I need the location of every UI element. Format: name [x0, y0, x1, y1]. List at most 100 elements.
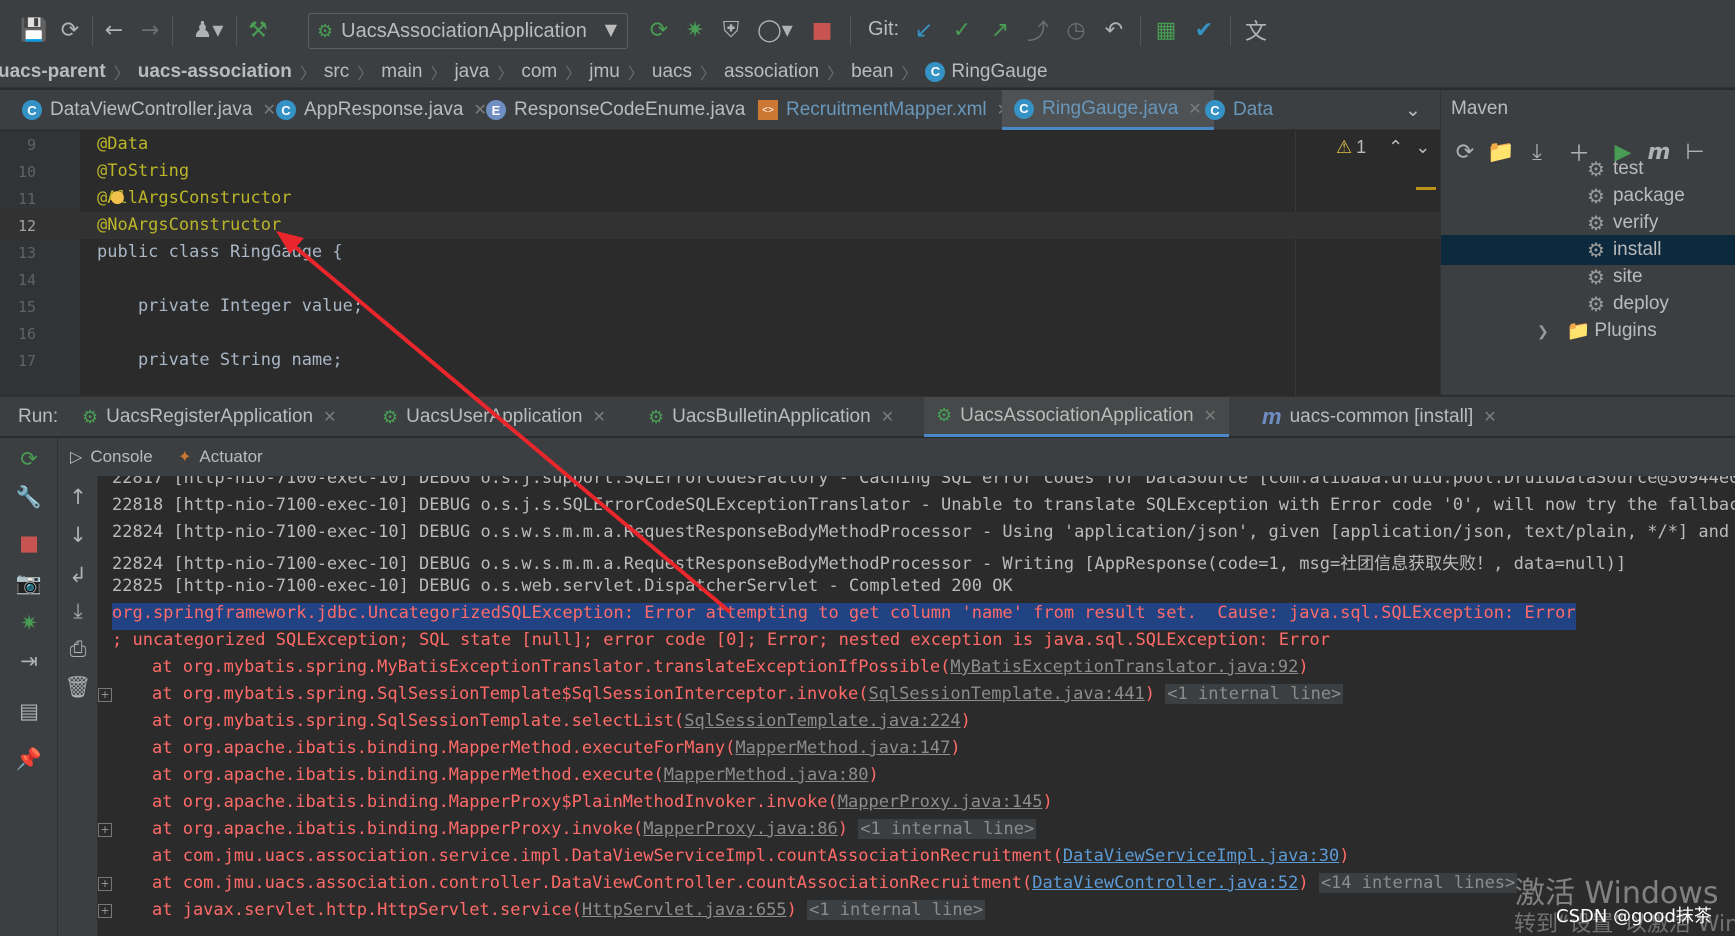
close-icon[interactable]: ✕ — [1483, 407, 1496, 427]
run-tab-active[interactable]: ⚙ UacsAssociationApplication ✕ — [924, 397, 1229, 437]
stack-frame-link[interactable]: MapperMethod.java:80 — [664, 765, 869, 785]
stack-frame-link[interactable]: MyBatisExceptionTranslator.java:92 — [950, 657, 1298, 677]
close-icon[interactable]: ✕ — [262, 100, 275, 120]
run-tab[interactable]: ⚙ UacsUserApplication ✕ — [382, 397, 606, 437]
activity-monitor-icon[interactable]: ▦ — [1152, 16, 1180, 44]
breadcrumb-item[interactable]: java — [454, 61, 489, 83]
breadcrumb-item[interactable]: uacs-parent — [0, 61, 106, 83]
folded-lines[interactable]: <1 internal line> — [1165, 684, 1344, 704]
fold-expand-icon[interactable]: + — [98, 904, 112, 918]
breadcrumb-item[interactable]: com — [521, 61, 557, 83]
sync-icon[interactable]: ⟳ — [56, 16, 84, 44]
editor-tab[interactable]: E ResponseCodeEnume.java ✕ — [486, 90, 769, 130]
arrow-up-icon[interactable]: ↑ — [63, 482, 93, 512]
stack-frame-link[interactable]: HttpServlet.java:655 — [582, 900, 787, 920]
rerun-icon[interactable]: ⟳ — [645, 16, 673, 44]
maven-lifecycle-item[interactable]: ⚙ deploy — [1441, 289, 1735, 319]
fold-expand-icon[interactable]: + — [98, 823, 112, 837]
close-icon[interactable]: ✕ — [474, 100, 487, 120]
stack-frame-link[interactable]: MapperMethod.java:147 — [735, 738, 950, 758]
editor-tab[interactable]: C AppResponse.java ✕ — [276, 90, 487, 130]
maven-lifecycle-item[interactable]: ⚙ verify — [1441, 208, 1735, 238]
profiler-icon[interactable]: ◯▾ — [753, 16, 797, 44]
forward-icon[interactable]: → — [136, 16, 164, 44]
tab-actuator-label: Actuator — [199, 447, 263, 466]
close-icon[interactable]: ✕ — [1204, 406, 1217, 426]
exit-icon[interactable]: ⇥ — [14, 646, 44, 676]
console-output[interactable]: 22817 [http-nio-7100-exec-10] DEBUG o.s.… — [98, 476, 1735, 936]
arrow-down-icon[interactable]: ↓ — [63, 520, 93, 550]
user-icon[interactable]: ♟▾ — [186, 16, 230, 44]
folded-lines[interactable]: <1 internal line> — [858, 819, 1037, 839]
run-tab[interactable]: ⚙ UacsRegisterApplication ✕ — [82, 397, 337, 437]
folded-lines[interactable]: <14 internal lines> — [1318, 873, 1518, 893]
git-history-icon[interactable]: ◷ — [1062, 16, 1090, 44]
breadcrumb-item[interactable]: src — [324, 61, 349, 83]
wrench-icon[interactable]: 🔧 — [14, 482, 44, 512]
breadcrumb-item[interactable]: uacs-association — [138, 61, 292, 83]
rerun-icon[interactable]: ⟳ — [14, 444, 44, 474]
save-icon[interactable]: 💾 — [20, 16, 48, 44]
coverage-icon[interactable]: ⛨ — [717, 16, 745, 44]
maven-lifecycle-label: test — [1612, 158, 1644, 179]
debug-icon[interactable]: ✷ — [14, 608, 44, 638]
breadcrumb-item-current[interactable]: RingGauge — [951, 61, 1047, 83]
translate-icon[interactable]: 文 — [1242, 16, 1270, 45]
tab-list-chevron-icon[interactable]: ⌄ — [1405, 90, 1421, 130]
lightbulb-icon[interactable]: ● — [110, 187, 125, 207]
debug-icon[interactable]: ✷ — [681, 16, 709, 44]
stack-frame-link[interactable]: MapperProxy.java:86 — [643, 819, 837, 839]
breadcrumb-item[interactable]: jmu — [589, 61, 620, 83]
tab-actuator[interactable]: ✦ Actuator — [178, 438, 263, 476]
maven-plugins-node[interactable]: ❯ 📁 Plugins — [1441, 316, 1735, 346]
print-icon[interactable]: ⎙ — [63, 634, 93, 664]
close-icon[interactable]: ✕ — [593, 407, 606, 427]
run-tab[interactable]: ⚙ UacsBulletinApplication ✕ — [648, 397, 894, 437]
git-commit-icon[interactable]: ✓ — [948, 16, 976, 44]
tab-console[interactable]: ▷ Console — [70, 438, 153, 476]
layout-icon[interactable]: ▤ — [14, 696, 44, 726]
build-hammer-icon[interactable]: ⚒ — [244, 16, 272, 44]
folded-lines[interactable]: <1 internal line> — [807, 900, 986, 920]
stack-frame-link[interactable]: MapperProxy.java:145 — [838, 792, 1043, 812]
stack-frame-link[interactable]: DataViewServiceImpl.java:30 — [1063, 846, 1339, 866]
close-icon[interactable]: ✕ — [881, 407, 894, 427]
rollback-icon[interactable]: ↶ — [1100, 16, 1128, 44]
stack-frame-link[interactable]: SqlSessionTemplate.java:224 — [684, 711, 960, 731]
close-icon[interactable]: ✕ — [1188, 99, 1201, 119]
maven-lifecycle-item-selected[interactable]: ⚙ install — [1441, 235, 1735, 265]
trash-icon[interactable]: 🗑 — [63, 672, 93, 702]
git-merge-icon[interactable]: ⤴ — [1024, 16, 1052, 45]
maven-lifecycle-item[interactable]: ⚙ site — [1441, 262, 1735, 292]
run-tab[interactable]: m uacs-common [install] ✕ — [1262, 397, 1497, 437]
fold-expand-icon[interactable]: + — [98, 877, 112, 891]
class-icon: C — [276, 100, 296, 120]
stop-icon[interactable]: ■ — [808, 16, 836, 44]
editor-tab[interactable]: <> RecruitmentMapper.xml ✕ — [758, 90, 1010, 130]
close-icon[interactable]: ✕ — [323, 407, 336, 427]
pin-icon[interactable]: 📌 — [14, 744, 44, 774]
breadcrumb-item[interactable]: association — [724, 61, 819, 83]
run-tab-label: UacsUserApplication — [406, 406, 583, 427]
breadcrumb-item[interactable]: bean — [851, 61, 893, 83]
breadcrumb-item[interactable]: main — [381, 61, 422, 83]
git-update-icon[interactable]: ↙ — [910, 16, 938, 44]
editor-tab-active[interactable]: C RingGauge.java ✕ — [1002, 90, 1214, 130]
camera-icon[interactable]: 📷 — [14, 568, 44, 598]
breadcrumb-item[interactable]: uacs — [652, 61, 692, 83]
run-configuration-select[interactable]: ⚙ UacsAssociationApplication ▼ — [308, 13, 628, 49]
soft-wrap-icon[interactable]: ↲ — [63, 560, 93, 590]
code-editor[interactable]: ⚠ 1 ⌃ ⌄ 9 @Data 10 @ToString 11 @AllArgsCon… — [0, 131, 1440, 395]
check-circle-icon[interactable]: ✔ — [1190, 16, 1218, 44]
fold-expand-icon[interactable]: + — [98, 688, 112, 702]
back-icon[interactable]: ← — [100, 16, 128, 44]
stack-frame-link[interactable]: SqlSessionTemplate.java:441 — [868, 684, 1144, 704]
scroll-to-end-icon[interactable]: ⤓ — [63, 596, 93, 626]
editor-tab[interactable]: C Data — [1205, 90, 1273, 130]
maven-lifecycle-item[interactable]: ⚙ test — [1441, 154, 1735, 184]
maven-lifecycle-item[interactable]: ⚙ package — [1441, 181, 1735, 211]
git-push-icon[interactable]: ↗ — [986, 16, 1014, 44]
stack-frame-link[interactable]: DataViewController.java:52 — [1032, 873, 1298, 893]
editor-tab[interactable]: C DataViewController.java ✕ — [22, 90, 276, 130]
stop-icon[interactable]: ■ — [14, 528, 44, 558]
